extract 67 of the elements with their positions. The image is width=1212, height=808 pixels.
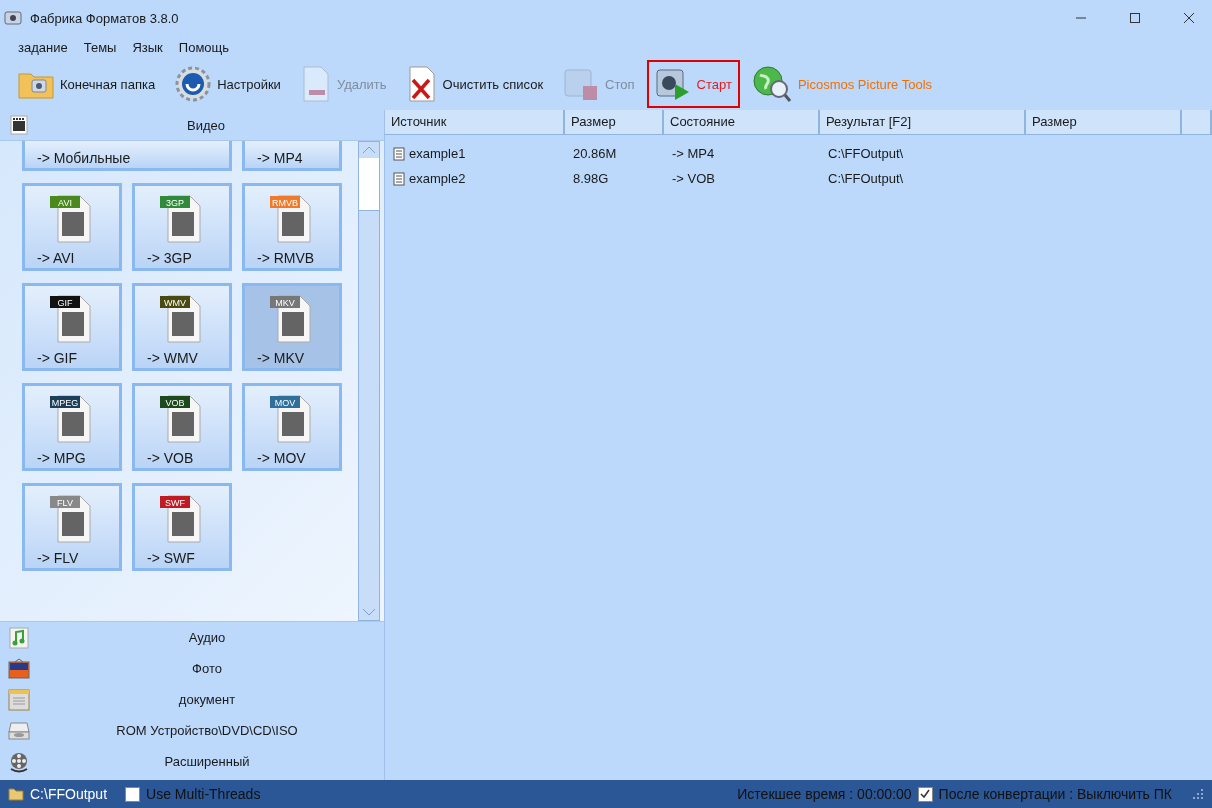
- format-tile[interactable]: 3GP -> 3GP: [132, 183, 232, 271]
- folder-icon: [8, 787, 24, 801]
- maximize-icon: [1130, 13, 1140, 23]
- table-cell: example1: [409, 146, 466, 161]
- file-icon: [393, 171, 405, 186]
- menu-item[interactable]: Помощь: [170, 39, 238, 55]
- format-tile[interactable]: MPEG -> MPG: [22, 383, 122, 471]
- scrollbar-thumb[interactable]: [359, 158, 379, 211]
- document-minus-icon: [300, 66, 331, 102]
- scrollbar[interactable]: [358, 141, 380, 621]
- column-header[interactable]: Состояние: [664, 110, 820, 134]
- table-cell-text: -> VOB: [671, 171, 716, 186]
- music-note-icon: [8, 626, 30, 649]
- app-icon: [4, 9, 22, 27]
- format-tile[interactable]: MKV -> MKV: [242, 283, 342, 371]
- clapperboard-icon: [10, 115, 28, 135]
- format-tile[interactable]: -> MP4: [242, 141, 342, 171]
- menu-item[interactable]: Темы: [75, 39, 125, 55]
- document-icon: [8, 688, 30, 711]
- globe-magnifier-icon: [751, 65, 792, 103]
- table-cell-text: -> MP4: [671, 146, 716, 161]
- format-tile[interactable]: WMV -> WMV: [132, 283, 232, 371]
- format-tile[interactable]: FLV -> FLV: [22, 483, 122, 571]
- toolbar-button[interactable]: Очистить список: [398, 60, 552, 108]
- table-cell: example2: [409, 171, 466, 186]
- format-tile[interactable]: VOB -> VOB: [132, 383, 232, 471]
- checkbox[interactable]: [917, 786, 933, 802]
- category-item[interactable]: Фото: [0, 653, 384, 684]
- format-tile[interactable]: RMVB -> RMVB: [242, 183, 342, 271]
- table-cell-text: C:\FFOutput\: [827, 171, 905, 186]
- film-stop-icon: [563, 66, 600, 102]
- category-item[interactable]: Расширенный: [0, 746, 384, 777]
- film-play-icon: [654, 66, 691, 102]
- close-icon: [1184, 13, 1194, 23]
- category-item[interactable]: документ: [0, 684, 384, 715]
- category-header[interactable]: Видео: [0, 110, 384, 140]
- column-header[interactable]: Результат [F2]: [820, 110, 1026, 134]
- category-item[interactable]: Аудио: [0, 622, 384, 653]
- checkbox-label: Use Multi-Threads: [146, 786, 261, 802]
- column-header[interactable]: Размер: [1026, 110, 1182, 134]
- format-tile[interactable]: -> Мобильные: [22, 141, 232, 171]
- table-cell-text: 20.86M: [572, 146, 618, 161]
- format-tile[interactable]: GIF -> GIF: [22, 283, 122, 371]
- toolbar-button[interactable]: Конечная папка: [10, 63, 164, 105]
- checkbox-label: После конвертации : Выключить ПК: [938, 786, 1172, 802]
- format-tile[interactable]: SWF -> SWF: [132, 483, 232, 571]
- output-path: C:\FFOutput: [30, 786, 108, 802]
- toolbar-button[interactable]: Настройки: [167, 60, 289, 108]
- file-icon: [393, 146, 405, 161]
- format-tile[interactable]: AVI -> AVI: [22, 183, 122, 271]
- menu-item[interactable]: задание: [10, 39, 76, 55]
- resize-grip-icon: [1192, 788, 1204, 800]
- elapsed-time: Истекшее время : 00:00:00: [737, 786, 912, 802]
- window-title: Фабрика Форматов 3.8.0: [30, 10, 180, 26]
- format-tile[interactable]: MOV -> MOV: [242, 383, 342, 471]
- document-cross-icon: [406, 66, 437, 102]
- gear-icon: [175, 66, 212, 102]
- category-item[interactable]: ROM Устройство\DVD\CD\ISO: [0, 715, 384, 746]
- column-header[interactable]: Размер: [565, 110, 664, 134]
- column-header[interactable]: Источник: [385, 110, 565, 134]
- film-reel-icon: [8, 750, 30, 773]
- disc-drive-icon: [8, 719, 30, 742]
- picture-icon: [8, 657, 30, 680]
- table-cell-text: 8.98G: [572, 171, 610, 186]
- checkbox[interactable]: [125, 786, 141, 802]
- table-cell-text: C:\FFOutput\: [827, 146, 905, 161]
- menu-item[interactable]: Язык: [124, 39, 171, 55]
